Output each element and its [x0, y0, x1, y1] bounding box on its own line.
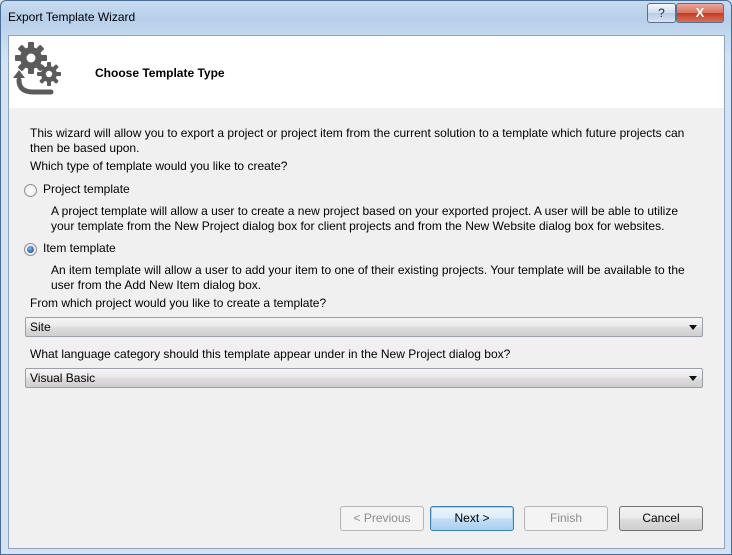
intro-text-line-1: This wizard will allow you to export a p…	[30, 126, 685, 140]
next-button[interactable]: Next >	[430, 506, 514, 531]
project-template-label[interactable]: Project template	[43, 182, 130, 197]
project-template-radio[interactable]	[24, 184, 37, 197]
item-template-desc-2: user from the Add New Item dialog box.	[51, 278, 262, 292]
finish-button[interactable]: Finish	[524, 506, 608, 531]
item-template-label[interactable]: Item template	[43, 241, 116, 256]
project-template-desc-1: A project template will allow a user to …	[51, 204, 679, 218]
project-select-value: Site	[30, 320, 51, 334]
title-bar[interactable]: Export Template Wizard ? X	[1, 1, 731, 35]
project-select[interactable]: Site	[25, 317, 703, 337]
gears-arrow-icon	[13, 42, 61, 95]
project-question: From which project would you like to cre…	[30, 296, 327, 310]
help-button[interactable]: ?	[647, 3, 676, 23]
template-type-question: Which type of template would you like to…	[30, 159, 288, 173]
wizard-header: Choose Template Type	[9, 36, 724, 108]
cancel-button[interactable]: Cancel	[619, 506, 703, 531]
item-template-radio[interactable]	[24, 243, 37, 256]
language-question: What language category should this templ…	[30, 347, 511, 361]
chevron-down-icon	[689, 325, 697, 330]
intro-text-line-2: then be based upon.	[30, 141, 140, 155]
page-title: Choose Template Type	[95, 66, 225, 80]
chevron-down-icon	[689, 376, 697, 381]
close-button[interactable]: X	[676, 3, 724, 23]
export-template-wizard-window: Export Template Wizard ? X Choose Templa…	[0, 0, 732, 555]
wizard-body: Choose Template Type This wizard will al…	[8, 35, 725, 549]
item-template-desc-1: An item template will allow a user to ad…	[51, 263, 685, 277]
previous-button[interactable]: < Previous	[340, 506, 424, 531]
project-template-desc-2: your template from the New Project dialo…	[51, 219, 665, 233]
language-select[interactable]: Visual Basic	[25, 368, 703, 388]
language-select-value: Visual Basic	[30, 371, 96, 385]
window-title: Export Template Wizard	[8, 10, 136, 24]
